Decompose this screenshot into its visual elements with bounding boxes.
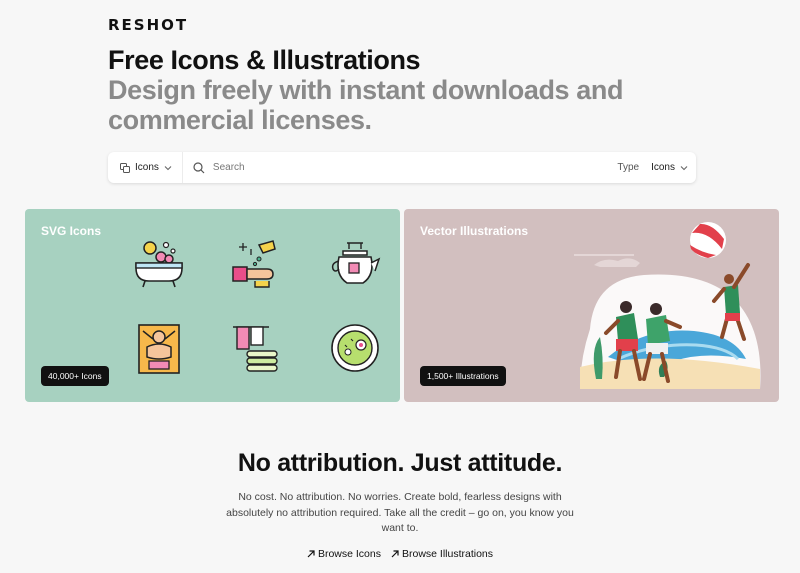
type-dropdown[interactable]: Icons <box>651 162 688 173</box>
section-description: No cost. No attribution. No worries. Cre… <box>226 491 574 534</box>
towel-rack-icon <box>233 326 278 372</box>
svg-icons-card[interactable]: SVG Icons 40,000+ Icons <box>25 209 400 402</box>
massage-icon <box>138 324 180 374</box>
browse-icons-label: Browse Icons <box>317 548 381 560</box>
vector-illustrations-count-badge: 1,500+ Illustrations <box>420 366 506 386</box>
copy-icon <box>120 162 130 173</box>
chevron-down-icon <box>164 165 172 170</box>
vector-illustrations-card[interactable]: Vector Illustrations 1,500+ Illustration… <box>404 209 779 402</box>
reshot-logo[interactable]: RESHOT <box>108 16 188 34</box>
soup-bowl-icon <box>331 324 379 372</box>
type-label: Type <box>617 162 640 173</box>
hand-pouring-icon <box>232 240 276 288</box>
category-dropdown-value: Icons <box>135 162 159 173</box>
chevron-down-icon <box>680 165 688 170</box>
search-field <box>183 161 618 174</box>
page-title: Free Icons & Illustrations <box>108 45 421 75</box>
browse-icons-link[interactable]: Browse Icons <box>307 548 381 560</box>
arrow-up-right-icon <box>307 550 315 558</box>
bathtub-icon <box>135 241 183 288</box>
page-subtitle: Design freely with instant downloads and… <box>108 75 624 135</box>
teapot-icon <box>331 242 381 284</box>
search-bar: Icons Type Icons <box>108 152 696 183</box>
svg-icons-count-badge: 40,000+ Icons <box>41 366 109 386</box>
search-icon <box>193 161 205 173</box>
browse-illustrations-label: Browse Illustrations <box>401 548 494 560</box>
svg-icons-card-title: SVG Icons <box>41 224 102 238</box>
search-input[interactable] <box>212 162 573 173</box>
type-dropdown-value: Icons <box>651 162 675 173</box>
section-heading: No attribution. Just attitude. <box>237 449 563 477</box>
arrow-up-right-icon <box>391 550 399 558</box>
category-dropdown[interactable]: Icons <box>108 152 183 183</box>
browse-illustrations-link[interactable]: Browse Illustrations <box>391 548 493 560</box>
